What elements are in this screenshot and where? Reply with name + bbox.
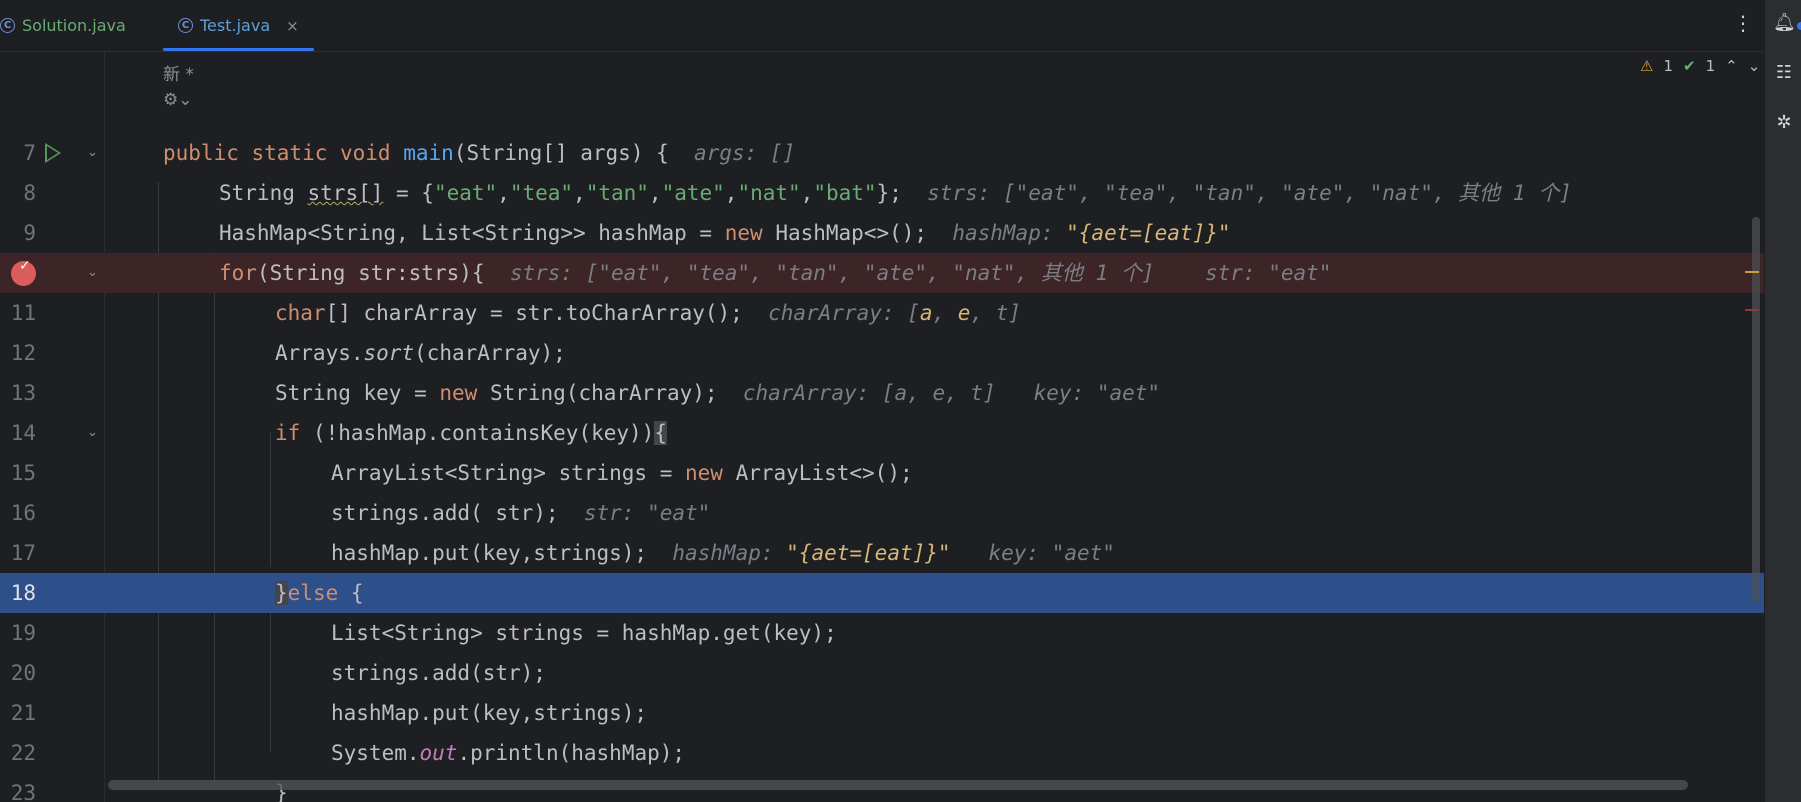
right-tool-strip: 🔔︎ ☷ ✲ bbox=[1764, 0, 1801, 802]
warning-icon: ⚠ bbox=[1640, 57, 1654, 75]
code-text: String key = new String(charArray); char… bbox=[275, 381, 1161, 405]
line-number: 23 bbox=[10, 781, 36, 802]
warning-count: 1 bbox=[1663, 57, 1673, 75]
line-number: 21 bbox=[10, 701, 36, 725]
previous-highlight-icon[interactable]: ⌃ bbox=[1725, 57, 1738, 75]
code-line[interactable]: 16 strings.add( str); str: "eat" bbox=[0, 493, 1764, 533]
inlay-hint: hashMap: "{aet=[eat]}" bbox=[952, 221, 1231, 245]
code-line[interactable]: 17 hashMap.put(key,strings); hashMap: "{… bbox=[0, 533, 1764, 573]
code-text: hashMap.put(key,strings); hashMap: "{aet… bbox=[331, 541, 1115, 565]
code-text: List<String> strings = hashMap.get(key); bbox=[331, 621, 837, 645]
line-number: 12 bbox=[10, 341, 36, 365]
more-options-icon[interactable]: ⋮ bbox=[1733, 12, 1753, 34]
breakpoint-marker[interactable] bbox=[1745, 309, 1759, 311]
close-icon[interactable]: × bbox=[286, 17, 299, 35]
ok-count: 1 bbox=[1705, 57, 1716, 75]
horizontal-scrollbar[interactable] bbox=[108, 780, 1688, 790]
line-number: 9 bbox=[23, 221, 36, 245]
line-number: 14 bbox=[10, 421, 36, 445]
inlay-hint: str: "eat" bbox=[583, 501, 711, 525]
inlay-hint: args: [] bbox=[694, 141, 796, 165]
inlay-hint: str: "eat" bbox=[1204, 261, 1332, 285]
class-icon: C bbox=[178, 18, 193, 33]
code-line[interactable]: 9 HashMap<String, List<String>> hashMap … bbox=[0, 213, 1764, 253]
breakpoint-line[interactable]: ⌄ for(String str:strs){ strs: ["eat", "t… bbox=[0, 253, 1764, 293]
code-text: System.out.println(hashMap); bbox=[331, 741, 686, 765]
code-line[interactable]: 22 System.out.println(hashMap); bbox=[0, 733, 1764, 773]
code-line[interactable]: 13 String key = new String(charArray); c… bbox=[0, 373, 1764, 413]
code-line[interactable]: 11 char[] charArray = str.toCharArray();… bbox=[0, 293, 1764, 333]
code-text: char[] charArray = str.toCharArray(); ch… bbox=[275, 301, 1022, 325]
inlay-hint: hashMap: "{aet=[eat]}" bbox=[672, 541, 951, 565]
line-number: 22 bbox=[10, 741, 36, 765]
class-icon: C bbox=[0, 18, 15, 33]
inlay-hint: strs: ["eat", "tea", "tan", "ate", "nat"… bbox=[927, 181, 1572, 205]
code-text: strings.add(str); bbox=[331, 661, 546, 685]
code-text: public static void main(String[] args) {… bbox=[163, 141, 796, 165]
tab-label: Solution.java bbox=[22, 16, 126, 35]
line-number: 17 bbox=[10, 541, 36, 565]
inlay-hint: strs: ["eat", "tea", "tan", "ate", "nat"… bbox=[509, 261, 1155, 285]
code-text: Arrays.sort(charArray); bbox=[275, 341, 566, 365]
code-line[interactable]: 14 ⌄ if (!hashMap.containsKey(key)){ bbox=[0, 413, 1764, 453]
current-execution-line[interactable]: 18 }else { bbox=[0, 573, 1764, 613]
tab-label: Test.java bbox=[200, 16, 271, 35]
inlay-hint: charArray: [a, e, t] bbox=[742, 381, 996, 405]
vertical-scrollbar[interactable] bbox=[1752, 217, 1760, 602]
author-inlay: 新 * bbox=[163, 65, 194, 85]
inlay-hint: charArray: [a, e, t] bbox=[768, 301, 1022, 325]
fold-icon[interactable]: ⌄ bbox=[87, 145, 98, 160]
line-number: 19 bbox=[10, 621, 36, 645]
line-number: 13 bbox=[10, 381, 36, 405]
code-text: HashMap<String, List<String>> hashMap = … bbox=[219, 221, 1231, 245]
inlay-hint: key: "aet" bbox=[1033, 381, 1161, 405]
tab-test-java[interactable]: C Test.java × bbox=[163, 0, 314, 51]
inspection-widget[interactable]: ⚠ 1 ✔ 1 ⌃ ⌄ bbox=[1640, 57, 1760, 75]
line-number: 16 bbox=[10, 501, 36, 525]
line-number: 8 bbox=[23, 181, 36, 205]
code-line[interactable]: 7 ⌄ public static void main(String[] arg… bbox=[0, 133, 1764, 173]
code-line[interactable]: 20 strings.add(str); bbox=[0, 653, 1764, 693]
code-line[interactable]: 8 String strs[] = {"eat","tea","tan","at… bbox=[0, 173, 1764, 213]
code-text: if (!hashMap.containsKey(key)){ bbox=[275, 421, 667, 445]
next-highlight-icon[interactable]: ⌄ bbox=[1748, 57, 1761, 75]
fold-icon[interactable]: ⌄ bbox=[87, 425, 98, 440]
code-line[interactable]: 21 hashMap.put(key,strings); bbox=[0, 693, 1764, 733]
inlay-hint: key: "aet" bbox=[988, 541, 1115, 565]
line-number: 11 bbox=[10, 301, 36, 325]
warning-marker[interactable] bbox=[1745, 271, 1759, 273]
code-line[interactable]: 15 ArrayList<String> strings = new Array… bbox=[0, 453, 1764, 493]
line-number: 7 bbox=[23, 141, 36, 165]
code-text: ArrayList<String> strings = new ArrayLis… bbox=[331, 461, 913, 485]
check-icon: ✔ bbox=[1683, 57, 1696, 75]
code-line[interactable]: 12 Arrays.sort(charArray); bbox=[0, 333, 1764, 373]
fold-icon[interactable]: ⌄ bbox=[87, 265, 98, 280]
settings-inlay-icon[interactable]: ⚙⌄ bbox=[163, 90, 192, 110]
code-text: strings.add( str); str: "eat" bbox=[331, 501, 711, 525]
breakpoint-icon[interactable] bbox=[11, 258, 36, 286]
code-text: String strs[] = {"eat","tea","tan","ate"… bbox=[219, 181, 1572, 205]
code-line[interactable]: 19 List<String> strings = hashMap.get(ke… bbox=[0, 613, 1764, 653]
line-number: 15 bbox=[10, 461, 36, 485]
editor-tab-bar: C Solution.java C Test.java × ⋮ bbox=[0, 0, 1764, 52]
tab-solution-java[interactable]: C Solution.java bbox=[0, 0, 126, 51]
database-icon[interactable]: ☷ bbox=[1773, 62, 1795, 84]
ai-assistant-icon[interactable]: ✲ bbox=[1773, 112, 1795, 134]
code-text: for(String str:strs){ strs: ["eat", "tea… bbox=[219, 261, 1332, 285]
run-icon[interactable] bbox=[45, 143, 61, 163]
line-number: 20 bbox=[10, 661, 36, 685]
code-text: hashMap.put(key,strings); bbox=[331, 701, 648, 725]
notifications-icon[interactable]: 🔔︎ bbox=[1773, 12, 1801, 34]
code-text: }else { bbox=[275, 581, 364, 605]
code-editor[interactable]: 新 * ⚙⌄ ⚠ 1 ✔ 1 ⌃ ⌄ 7 ⌄ public static voi… bbox=[0, 52, 1764, 802]
line-number: 18 bbox=[10, 581, 36, 605]
